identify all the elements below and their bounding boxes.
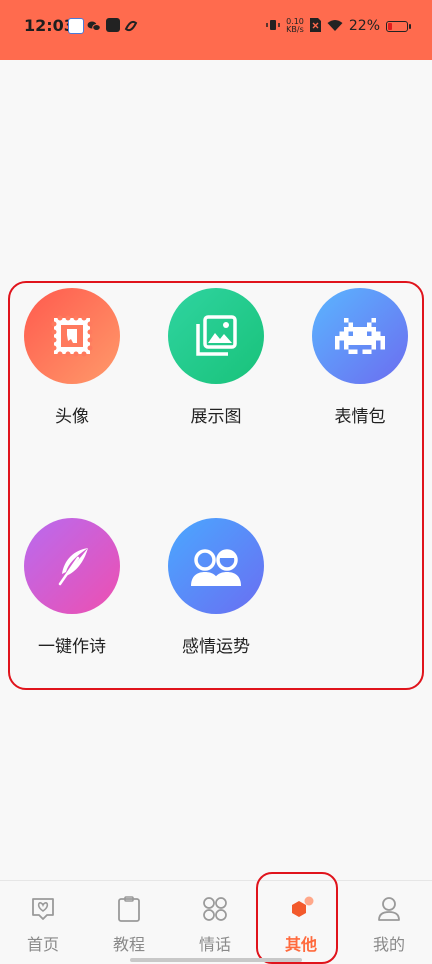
battery-percent: 22% [348, 18, 380, 34]
four-circles-icon [172, 895, 258, 923]
grid-item-label: 表情包 [334, 407, 386, 427]
home-indicator[interactable] [130, 958, 302, 962]
tab-label: 我的 [372, 935, 405, 954]
net-speed-unit: KB/s [286, 25, 304, 34]
grid-item-label: 一键作诗 [38, 637, 106, 657]
tab-label: 教程 [112, 935, 145, 954]
grid-item-label: 展示图 [190, 407, 242, 427]
tab-home[interactable]: 首页 [0, 895, 86, 955]
app-notification-icon-2 [124, 18, 138, 32]
grid-item-avatar[interactable]: 头像 [12, 288, 132, 427]
tab-label: 情话 [198, 935, 231, 954]
feather-quill-icon [24, 518, 120, 614]
stamp-photo-icon [24, 288, 120, 384]
couple-icon [168, 518, 264, 614]
image-gallery-icon [168, 288, 264, 384]
wechat-icon [87, 18, 101, 32]
tab-tutorial[interactable]: 教程 [86, 895, 172, 955]
wifi-icon [327, 17, 343, 36]
no-sim-icon [309, 17, 321, 36]
bottom-tab-bar: 首页 教程 情话 其他 我的 [0, 880, 432, 964]
heart-home-icon [0, 895, 86, 923]
clipboard-icon [86, 895, 172, 923]
space-invader-icon [312, 288, 408, 384]
grid-item-poem[interactable]: 一键作诗 [12, 518, 132, 657]
tab-label: 首页 [26, 935, 59, 954]
grid-item-label: 感情运势 [182, 637, 250, 657]
grid-item-fortune[interactable]: 感情运势 [156, 518, 276, 657]
grid-item-stickers[interactable]: 表情包 [300, 288, 420, 427]
net-speed: 0.10 KB/s [286, 18, 304, 34]
grid-item-label: 头像 [55, 407, 89, 427]
settings-notification-icon [68, 18, 84, 34]
tab-mine[interactable]: 我的 [346, 895, 432, 955]
vibrate-icon [266, 17, 280, 36]
grid-item-showcase[interactable]: 展示图 [156, 288, 276, 427]
app-notification-icon [106, 18, 120, 32]
status-bar: 12:03 0.10 KB/s 22% [0, 0, 432, 60]
active-tab-highlight [256, 872, 338, 964]
tab-love-words[interactable]: 情话 [172, 895, 258, 955]
user-icon [346, 895, 432, 923]
battery-icon [386, 20, 411, 32]
